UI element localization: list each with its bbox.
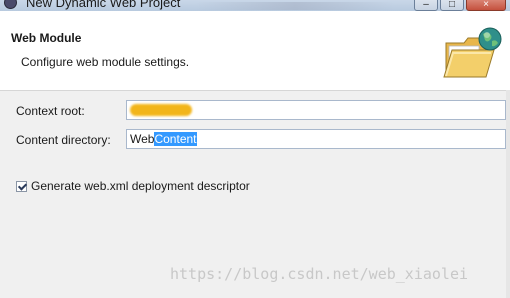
content-directory-value-plain: Web (130, 132, 155, 146)
window-title: New Dynamic Web Project (26, 0, 181, 10)
page-title: Web Module (11, 31, 82, 45)
watermark: https://blog.csdn.net/web_xiaolei (170, 265, 469, 283)
generate-web-xml-label[interactable]: Generate web.xml deployment descriptor (31, 179, 250, 193)
content-directory-input[interactable]: WebContent (126, 129, 506, 149)
window-controls: – □ × (414, 0, 506, 11)
generate-web-xml-row: Generate web.xml deployment descriptor (16, 179, 250, 193)
title-bar: New Dynamic Web Project – □ × (0, 0, 510, 11)
maximize-button[interactable]: □ (440, 0, 464, 11)
wizard-header: Web Module Configure web module settings… (0, 11, 510, 91)
page-description: Configure web module settings. (21, 55, 190, 69)
close-button[interactable]: × (466, 0, 506, 11)
folder-globe-icon (443, 27, 502, 78)
content-directory-value-selected: Content (154, 132, 197, 146)
title-bar-blur (195, 2, 395, 10)
dialog-edge (506, 90, 510, 298)
minimize-button[interactable]: – (414, 0, 438, 11)
context-root-label: Context root: (16, 104, 85, 118)
redaction-mark (130, 104, 192, 116)
content-directory-label: Content directory: (16, 133, 111, 147)
context-root-input[interactable] (126, 100, 506, 120)
eclipse-app-icon (4, 0, 17, 9)
generate-web-xml-checkbox[interactable] (16, 180, 27, 192)
